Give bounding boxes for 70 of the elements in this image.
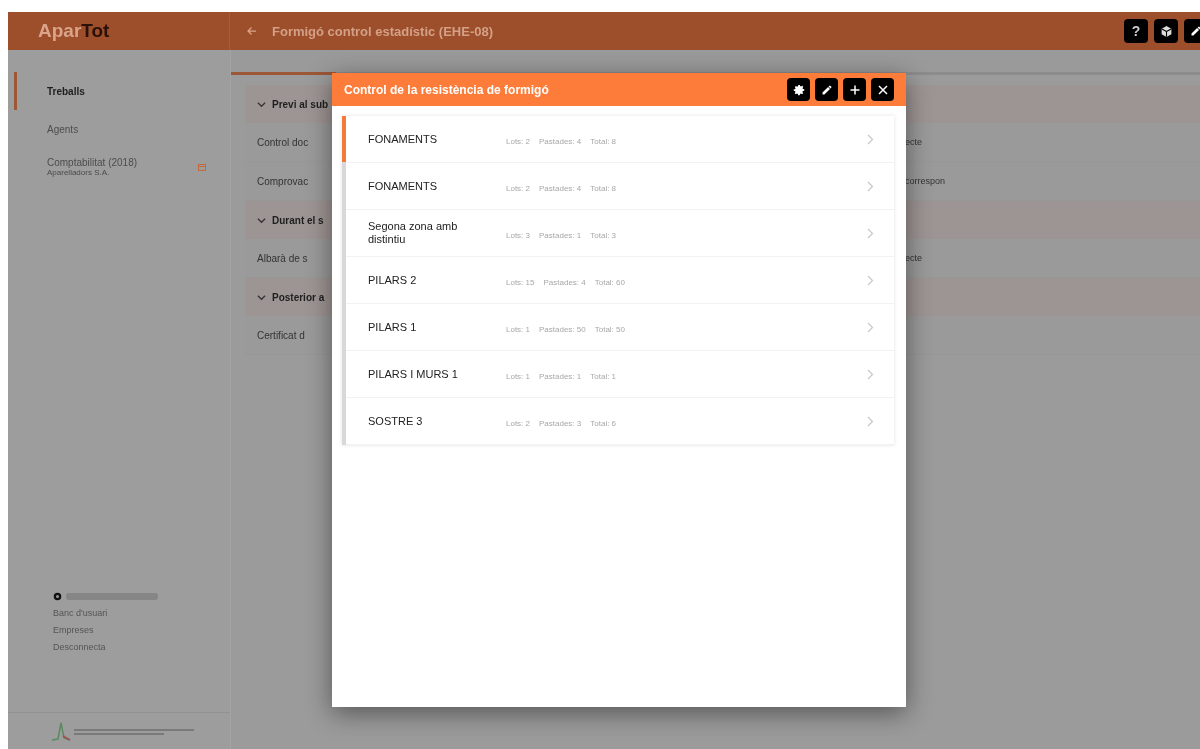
back-arrow-icon[interactable] — [246, 25, 258, 37]
row-label: Comprovac — [257, 175, 310, 187]
page-title: Formigó control estadístic (EHE-08) — [272, 23, 494, 39]
pastades-count: Pastades: 1 — [539, 371, 582, 381]
item-name: SOSTRE 3 — [368, 414, 424, 428]
total-count: Total: 6 — [590, 418, 617, 428]
row-label: Albarà de s — [257, 252, 309, 264]
list-item[interactable]: Segona zona amb distintiu Lots: 3 Pastades: 1 Total: 3 — [346, 210, 894, 257]
close-icon — [876, 83, 889, 96]
chevron-right-icon — [867, 415, 874, 427]
close-button[interactable] — [871, 78, 894, 101]
pencil-icon — [1190, 25, 1200, 37]
pastades-count: Pastades: 50 — [539, 324, 586, 334]
lots-count: Lots: 3 — [506, 230, 530, 240]
chevron-right-icon — [867, 180, 874, 192]
list-item[interactable]: FONAMENTS Lots: 2 Pastades: 4 Total: 8 — [346, 163, 894, 210]
edit-button[interactable] — [815, 78, 838, 101]
item-name: PILARS 1 — [368, 320, 418, 334]
list-item[interactable]: PILARS 2 Lots: 15 Pastades: 4 Total: 60 — [346, 257, 894, 304]
total-count: Total: 3 — [590, 230, 617, 240]
total-count: Total: 50 — [594, 324, 625, 334]
pencil-icon — [820, 83, 833, 96]
total-count: Total: 8 — [590, 183, 617, 193]
section-title: Previ al sub — [272, 98, 329, 110]
lots-count: Lots: 1 — [506, 371, 530, 381]
list-item[interactable]: PILARS 1 Lots: 1 Pastades: 50 Total: 50 — [346, 304, 894, 351]
row-label: Control doc — [257, 136, 310, 148]
lots-count: Lots: 15 — [506, 277, 535, 287]
item-name: FONAMENTS — [368, 179, 439, 193]
help-button[interactable]: ? — [1124, 19, 1148, 43]
pastades-count: Pastades: 1 — [539, 230, 582, 240]
item-name: PILARS 2 — [368, 273, 418, 287]
total-count: Total: 8 — [590, 136, 617, 146]
add-button[interactable] — [843, 78, 866, 101]
lots-count: Lots: 2 — [506, 136, 530, 146]
list-item[interactable]: SOSTRE 3 Lots: 2 Pastades: 3 Total: 6 — [346, 398, 894, 445]
cube-button[interactable] — [1154, 19, 1178, 43]
chevron-right-icon — [867, 274, 874, 286]
app-logo: AparTot — [38, 20, 110, 42]
chevron-right-icon — [867, 321, 874, 333]
item-name: Segona zona amb distintiu — [368, 220, 459, 246]
item-name: PILARS I MURS 1 — [368, 367, 459, 381]
row-label: ecte — [905, 137, 922, 147]
item-name: FONAMENTS — [368, 132, 439, 146]
dialog-title: Control de la resistència de formigó — [344, 82, 549, 97]
lots-count: Lots: 2 — [506, 418, 530, 428]
pastades-count: Pastades: 4 — [539, 183, 582, 193]
cube-icon — [1159, 24, 1173, 38]
chevron-right-icon — [867, 368, 874, 380]
lots-count: Lots: 1 — [506, 324, 530, 334]
lots-count: Lots: 2 — [506, 183, 530, 193]
row-label: ecte — [905, 253, 922, 263]
total-count: Total: 1 — [590, 371, 617, 381]
row-label: Certificat d — [257, 329, 306, 341]
settings-icon — [792, 83, 805, 96]
chevron-right-icon — [867, 227, 874, 239]
total-count: Total: 60 — [594, 277, 625, 287]
list-item[interactable]: FONAMENTS Lots: 2 Pastades: 4 Total: 8 — [346, 116, 894, 163]
pastades-count: Pastades: 4 — [539, 136, 582, 146]
section-title: Durant el s — [272, 214, 324, 226]
pastades-count: Pastades: 3 — [539, 418, 582, 428]
gear-icon — [53, 592, 62, 601]
chevron-right-icon — [867, 133, 874, 145]
section-title: Posterior a — [272, 291, 325, 303]
add-icon — [848, 83, 861, 96]
sidebar-item[interactable]: Treballs — [14, 72, 230, 110]
list-item[interactable]: PILARS I MURS 1 Lots: 1 Pastades: 1 Total: 1 — [346, 351, 894, 398]
settings-button[interactable] — [787, 78, 810, 101]
row-label: correspon — [905, 176, 946, 186]
pastades-count: Pastades: 4 — [543, 277, 586, 287]
